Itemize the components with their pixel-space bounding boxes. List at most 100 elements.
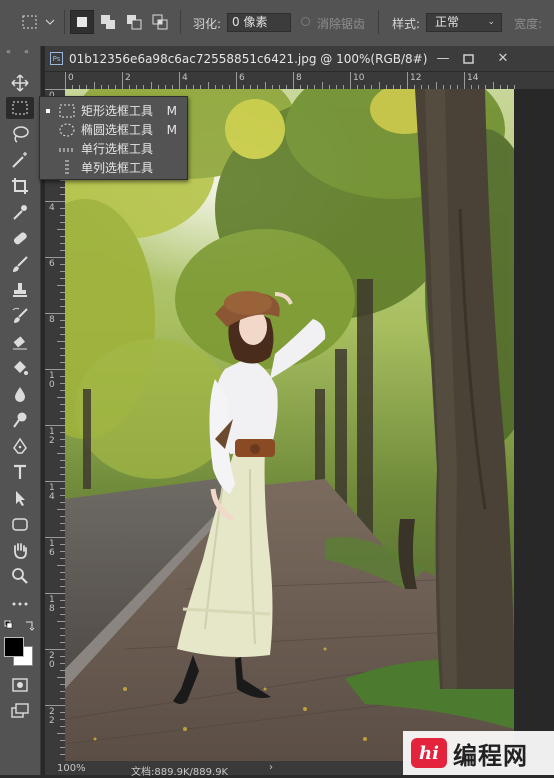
- site-watermark: hi 编程网: [403, 731, 554, 775]
- ruler-label: 2: [125, 73, 131, 83]
- quick-mask-icon: [12, 678, 28, 692]
- type-icon: [14, 464, 26, 479]
- hand-icon: [14, 543, 27, 559]
- magic-wand-icon: [12, 152, 27, 168]
- ps-file-icon: Ps: [50, 52, 63, 65]
- ruler-major-tick: [45, 89, 65, 90]
- ruler-minor-tick: [57, 341, 65, 342]
- crop-tool[interactable]: [6, 175, 34, 197]
- more-tools-button[interactable]: [6, 593, 34, 615]
- eyedropper-icon: [13, 205, 27, 220]
- brush-icon: [13, 256, 28, 272]
- ellipse-marquee-icon: [59, 123, 75, 136]
- menu-item-label: 椭圆选框工具: [81, 123, 154, 137]
- canvas-photo[interactable]: [65, 89, 514, 761]
- ellipse-marquee-menu-item[interactable]: 椭圆选框工具 M: [40, 120, 187, 139]
- shape-tool[interactable]: [6, 513, 34, 535]
- ruler-minor-tick: [378, 82, 380, 89]
- rect-marquee-menu-item[interactable]: 矩形选框工具 M: [40, 101, 187, 120]
- pen-tool[interactable]: [6, 435, 34, 457]
- menu-item-shortcut: M: [166, 103, 177, 118]
- paint-bucket-icon: [14, 361, 28, 375]
- blur-tool[interactable]: [6, 383, 34, 405]
- document-title: 01b12356e6a98c6ac72558851c6421.jpg @ 100…: [69, 52, 428, 66]
- zoom-level[interactable]: 100%: [57, 763, 86, 774]
- ruler-minor-tick: [321, 82, 323, 89]
- ruler-label: 4: [49, 203, 55, 213]
- antialias-checkbox[interactable]: [301, 17, 310, 26]
- svg-text:«: «: [6, 48, 11, 54]
- subtract-selection-icon: [127, 15, 142, 30]
- ruler-label: 1 6: [49, 539, 55, 558]
- ruler-label: 4: [182, 73, 188, 83]
- foreground-color-swatch[interactable]: [4, 637, 24, 657]
- ruler-label: 10: [353, 73, 365, 83]
- maximize-button[interactable]: [453, 49, 483, 68]
- move-tool[interactable]: [6, 72, 34, 94]
- history-brush-tool[interactable]: [6, 305, 34, 327]
- quick-select-tool[interactable]: [6, 149, 34, 171]
- zoom-tool[interactable]: [6, 565, 34, 587]
- tools-panel: ««: [0, 46, 41, 775]
- dodge-icon: [13, 412, 27, 428]
- ruler-minor-tick: [93, 82, 95, 89]
- ruler-label: 1 0: [49, 371, 55, 390]
- ruler-minor-tick: [57, 285, 65, 286]
- single-row-marquee-menu-item[interactable]: 单行选框工具: [40, 139, 187, 158]
- clone-stamp-tool[interactable]: [6, 279, 34, 301]
- marquee-tool[interactable]: [6, 97, 34, 119]
- ruler-minor-tick: [513, 85, 515, 89]
- horizontal-ruler[interactable]: 0 2 4 6 8 10 12 14: [65, 72, 554, 89]
- lasso-tool[interactable]: [6, 123, 34, 145]
- ruler-label: 2 0: [49, 651, 55, 670]
- feather-input[interactable]: 0 像素: [227, 13, 291, 32]
- ruler-minor-tick: [57, 229, 65, 230]
- eraser-tool[interactable]: [6, 331, 34, 353]
- ruler-major-tick: [45, 649, 65, 650]
- dodge-tool[interactable]: [6, 409, 34, 431]
- ruler-minor-tick: [264, 82, 266, 89]
- panel-collapse-icon[interactable]: ««: [6, 48, 36, 54]
- type-tool[interactable]: [6, 461, 34, 483]
- marquee-preset-picker[interactable]: [18, 10, 58, 34]
- hand-tool[interactable]: [6, 539, 34, 561]
- vertical-ruler[interactable]: 024681 01 21 41 61 82 02 2: [45, 89, 65, 775]
- screen-mode-button[interactable]: [6, 700, 34, 722]
- ruler-label: 0: [68, 73, 74, 83]
- brush-tool[interactable]: [6, 253, 34, 275]
- width-label: 宽度:: [514, 17, 543, 31]
- eraser-icon: [13, 336, 27, 350]
- ruler-minor-tick: [57, 453, 65, 454]
- ruler-minor-tick: [435, 82, 437, 89]
- ruler-major-tick: [464, 72, 465, 89]
- subtract-selection-button[interactable]: [122, 10, 146, 34]
- options-bar: 羽化: 0 像素 消除锯齿 样式: 正常 ⌄ 宽度:: [0, 0, 554, 47]
- single-column-marquee-menu-item[interactable]: 单列选框工具: [40, 158, 187, 177]
- quick-mask-button[interactable]: [6, 674, 34, 696]
- add-to-selection-button[interactable]: [96, 10, 120, 34]
- eyedropper-tool[interactable]: [6, 201, 34, 223]
- paint-bucket-tool[interactable]: [6, 357, 34, 379]
- ruler-label: 8: [296, 73, 302, 83]
- document-info[interactable]: 文档:889.9K/889.9K: [131, 763, 228, 778]
- path-selection-tool[interactable]: [6, 487, 34, 509]
- new-selection-icon: [77, 17, 87, 27]
- document-titlebar[interactable]: Ps 01b12356e6a98c6ac72558851c6421.jpg @ …: [45, 46, 554, 72]
- close-button[interactable]: ✕: [488, 49, 518, 68]
- style-select[interactable]: 正常 ⌄: [426, 13, 502, 32]
- menu-item-label: 矩形选框工具: [81, 104, 154, 118]
- swap-colors-icon[interactable]: [4, 619, 36, 633]
- chevron-right-icon[interactable]: ›: [269, 762, 273, 773]
- drop-icon: [15, 387, 25, 402]
- new-selection-button[interactable]: [70, 10, 94, 34]
- ellipsis-icon: [12, 602, 28, 606]
- ruler-major-tick: [45, 481, 65, 482]
- ruler-origin[interactable]: [45, 72, 65, 89]
- ruler-label: 12: [410, 73, 422, 83]
- menu-item-label: 单行选框工具: [81, 142, 154, 156]
- intersect-selection-button[interactable]: [148, 10, 172, 34]
- ruler-major-tick: [122, 72, 123, 89]
- ruler-label: 14: [467, 73, 479, 83]
- close-icon: ✕: [497, 51, 509, 66]
- healing-brush-tool[interactable]: [6, 227, 34, 249]
